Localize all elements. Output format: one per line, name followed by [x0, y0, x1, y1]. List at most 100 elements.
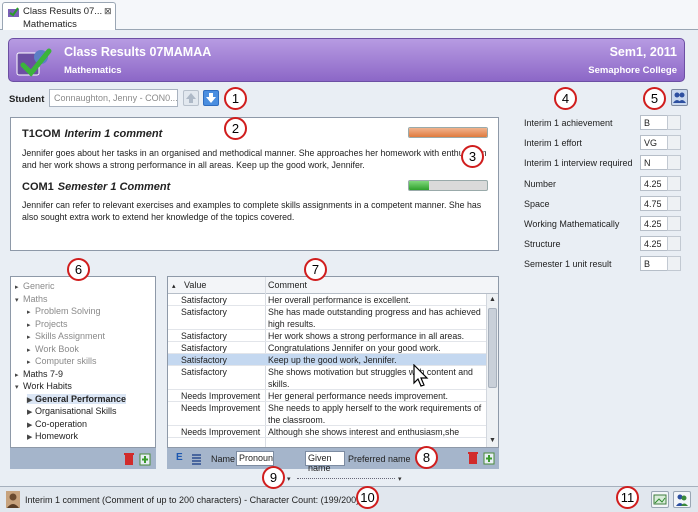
add-icon[interactable]: [483, 451, 495, 465]
delete-icon[interactable]: [467, 451, 479, 465]
document-tab[interactable]: Class Results 07... Mathematics ⊠: [2, 2, 116, 30]
expand-icon[interactable]: ▸: [15, 371, 23, 379]
tree-item[interactable]: ▶ Homework: [27, 431, 78, 441]
comment-title: T1COM Interim 1 comment: [22, 128, 162, 140]
callout-1: 1: [224, 87, 247, 110]
table-row[interactable]: Satisfactory Her overall performance is e…: [168, 294, 486, 306]
result-value-field[interactable]: 4.25: [640, 216, 669, 231]
row-value: Satisfactory: [181, 367, 227, 377]
result-label: Semester 1 unit result: [524, 259, 612, 270]
preferred-name-option[interactable]: Preferred name: [348, 454, 411, 464]
table-row[interactable]: Satisfactory Her work shows a strong perf…: [168, 330, 486, 342]
tree-item[interactable]: ▸ Computer skills: [27, 356, 97, 366]
list-icon[interactable]: [191, 453, 202, 465]
tree-item[interactable]: ▸ Projects: [27, 319, 68, 329]
expand-icon[interactable]: ▾: [15, 383, 23, 391]
add-icon[interactable]: [139, 452, 151, 466]
tree-item[interactable]: ▸ Maths 7-9: [15, 369, 63, 379]
student-group-button[interactable]: [671, 89, 688, 106]
result-value-field[interactable]: B: [640, 115, 669, 130]
callout-6: 6: [67, 258, 90, 281]
table-row[interactable]: Needs Improvement Her general performance…: [168, 390, 486, 402]
tree-item[interactable]: ▶ Organisational Skills: [27, 406, 117, 416]
row-comment: Although she shows interest and enthusia…: [268, 427, 460, 437]
column-header-value[interactable]: Value: [184, 280, 206, 290]
comment-title: COM1 Semester 1 Comment: [22, 181, 170, 193]
result-value-field[interactable]: VG: [640, 135, 669, 151]
tree-item[interactable]: ▾ Work Habits: [15, 381, 72, 391]
result-value-field[interactable]: 4.25: [640, 175, 669, 191]
table-row[interactable]: Needs Improvement Although she shows inte…: [168, 426, 486, 438]
column-header-comment[interactable]: Comment: [268, 280, 307, 290]
result-dropdown-button[interactable]: [667, 135, 681, 151]
result-dropdown-button[interactable]: [667, 115, 681, 130]
expand-icon[interactable]: ▸: [27, 321, 35, 329]
panel-splitter[interactable]: ▾ ▾: [287, 475, 407, 483]
result-value-field[interactable]: B: [640, 256, 669, 272]
splitter-left-icon: ▾: [287, 476, 291, 483]
result-value-field[interactable]: N: [640, 155, 669, 171]
expand-icon[interactable]: ▸: [27, 346, 35, 354]
image-view-button[interactable]: [651, 491, 669, 508]
comment-text[interactable]: Jennifer goes about her tasks in an orga…: [22, 148, 487, 171]
expand-icon[interactable]: ▸: [27, 358, 35, 366]
tree-item-label: Projects: [35, 318, 68, 329]
expand-icon[interactable]: ▶: [27, 396, 35, 404]
result-dropdown-button[interactable]: [667, 155, 681, 171]
table-row[interactable]: Satisfactory She shows motivation but str…: [168, 366, 486, 390]
table-row[interactable]: Satisfactory Congratulations Jennifer on …: [168, 342, 486, 354]
expand-icon[interactable]: ▸: [27, 333, 35, 341]
tree-item-label: Computer skills: [35, 356, 97, 366]
group-view-button[interactable]: [673, 491, 691, 508]
comment-category-tree: ▸ Generic ▾ Maths ▸ Problem Solving ▸ Projects ▸…: [10, 276, 156, 469]
edit-e-button[interactable]: E: [176, 452, 183, 463]
result-value-field[interactable]: 4.25: [640, 236, 669, 252]
previous-student-button[interactable]: [183, 90, 199, 106]
delete-icon[interactable]: [123, 452, 135, 466]
row-value: Satisfactory: [181, 355, 227, 365]
result-dropdown-button[interactable]: [667, 236, 681, 252]
tree-item[interactable]: ▶ Co-operation: [27, 419, 87, 429]
people-icon: [673, 92, 686, 103]
tab-close-icon[interactable]: ⊠: [104, 6, 112, 17]
tree-item[interactable]: ▸ Generic: [15, 281, 55, 291]
tree-item[interactable]: ▸ Work Book: [27, 344, 79, 354]
expand-icon[interactable]: ▶: [27, 408, 35, 416]
next-student-button[interactable]: [203, 90, 219, 106]
result-label: Working Mathematically: [524, 219, 620, 229]
result-label: Space: [524, 198, 550, 209]
given-name-field[interactable]: Given name: [305, 451, 345, 473]
expand-icon[interactable]: ▶: [27, 421, 35, 429]
comment-length-bar: [408, 180, 488, 191]
result-label: Interim 1 achievement: [524, 118, 613, 128]
tree-item-label: General Performance: [35, 393, 127, 404]
expand-icon[interactable]: ▶: [27, 433, 35, 441]
tree-item[interactable]: ▶ General Performance: [27, 393, 127, 404]
expand-icon[interactable]: ▸: [27, 308, 35, 316]
comment-length-bar: [408, 127, 488, 138]
vertical-scrollbar[interactable]: ▲ ▼: [486, 294, 498, 448]
table-row[interactable]: Satisfactory Keep up the good work, Jenni…: [168, 354, 486, 366]
page-header: Class Results 07MAMAA Mathematics Sem1, …: [8, 38, 685, 82]
student-selector[interactable]: Connaughton, Jenny - CON0...: [49, 89, 178, 107]
comment-text[interactable]: Jennifer can refer to relevant exercises…: [22, 200, 487, 223]
callout-3: 3: [461, 145, 484, 168]
table-row[interactable]: Satisfactory She has made outstanding pro…: [168, 306, 486, 330]
result-dropdown-button[interactable]: [667, 175, 681, 191]
result-value-field[interactable]: 4.75: [640, 195, 669, 211]
tree-item[interactable]: ▸ Skills Assignment: [27, 331, 105, 341]
expand-icon[interactable]: ▸: [15, 283, 23, 291]
tree-item[interactable]: ▸ Problem Solving: [27, 306, 101, 316]
table-row[interactable]: Needs Improvement She needs to apply hers…: [168, 402, 486, 426]
sort-icon[interactable]: ▴: [172, 282, 176, 290]
scrollbar-thumb[interactable]: [488, 308, 497, 388]
result-dropdown-button[interactable]: [667, 256, 681, 272]
result-dropdown-button[interactable]: [667, 216, 681, 231]
tree-item[interactable]: ▾ Maths: [15, 294, 48, 304]
expand-icon[interactable]: ▾: [15, 296, 23, 304]
pronoun-field[interactable]: Pronoun: [236, 451, 274, 466]
row-comment: Keep up the good work, Jennifer.: [268, 355, 397, 365]
result-dropdown-button[interactable]: [667, 195, 681, 211]
scroll-up-icon[interactable]: ▲: [489, 296, 496, 303]
scroll-down-icon[interactable]: ▼: [489, 437, 496, 444]
